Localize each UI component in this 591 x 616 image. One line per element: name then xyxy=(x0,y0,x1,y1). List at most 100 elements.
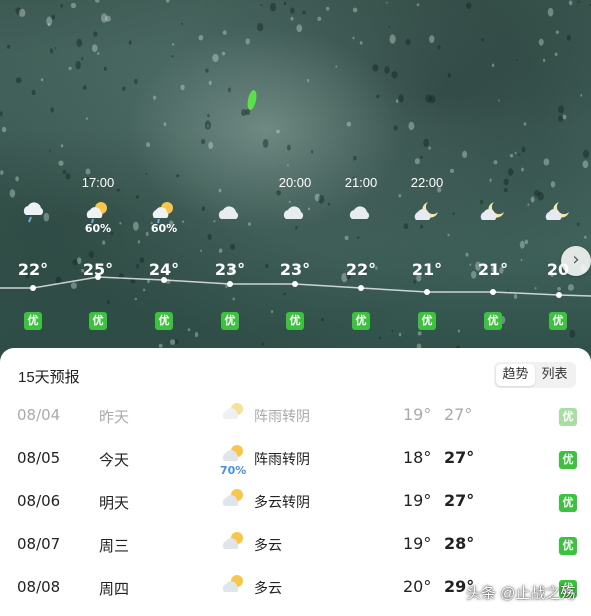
raindrop xyxy=(408,121,415,131)
raindrop xyxy=(547,7,554,17)
raindrop xyxy=(353,155,357,161)
raindrop xyxy=(70,2,77,9)
raindrop xyxy=(287,144,291,151)
raindrop xyxy=(521,146,526,153)
raindrop xyxy=(429,35,435,43)
cloud-icon xyxy=(283,206,304,219)
hour-slot[interactable]: 22:00 21° 优 xyxy=(394,170,460,340)
raindrop xyxy=(181,22,184,25)
raindrop xyxy=(543,158,550,166)
raindrop xyxy=(75,60,81,70)
raindrop xyxy=(51,14,56,20)
aqi-badge: 优 xyxy=(24,312,42,330)
hour-slot[interactable]: 21° 优 xyxy=(460,170,526,340)
raindrop xyxy=(31,89,36,95)
raindrop xyxy=(582,149,590,158)
raindrop xyxy=(509,154,514,158)
raindrop xyxy=(276,129,280,134)
raindrop xyxy=(437,45,441,50)
row-condition: 多云 xyxy=(254,538,282,554)
row-condition: 多云 xyxy=(254,581,282,597)
forecast-row[interactable]: 08/07 周三 多云 19° 28° 优 xyxy=(0,525,591,565)
aqi-badge: 优 xyxy=(221,312,239,330)
toggle-list[interactable]: 列表 xyxy=(535,364,574,386)
raindrop xyxy=(538,38,544,46)
hour-time: 20:00 xyxy=(278,175,312,190)
raindrop xyxy=(212,53,219,63)
raindrop xyxy=(46,16,53,26)
raindrop xyxy=(208,80,212,86)
forecast-row[interactable]: 08/05 今天 70% 阵雨转阴 18° 27° 优 xyxy=(0,439,591,479)
raindrop xyxy=(302,10,306,15)
raindrop xyxy=(317,16,322,21)
raindrop xyxy=(420,155,423,159)
hourly-forecast[interactable]: 22° 优 17:00 60% 25° 优 60% 24° 优 23° 优 20… xyxy=(0,170,591,340)
aqi-badge: 优 xyxy=(484,312,502,330)
sun-cloud-rain-icon xyxy=(86,202,107,224)
raindrop xyxy=(91,44,98,52)
chevron-right-icon[interactable]: › xyxy=(561,246,591,276)
raindrop xyxy=(128,40,132,45)
raindrop xyxy=(518,153,521,156)
hour-slot[interactable]: 23° 优 xyxy=(197,170,263,340)
hour-slot[interactable]: 60% 24° 优 xyxy=(131,170,197,340)
raindrop xyxy=(577,0,580,4)
raindrop xyxy=(384,66,390,74)
raindrop xyxy=(180,84,185,91)
raindrop xyxy=(558,115,563,122)
hour-temp: 23° xyxy=(279,260,311,279)
forecast-row[interactable]: 08/04 昨天 阵雨转阴 19° 27° 优 xyxy=(0,396,591,436)
raindrop xyxy=(7,44,11,49)
raindrop xyxy=(515,59,518,62)
raindrop xyxy=(405,38,411,46)
raindrop xyxy=(562,114,567,120)
raindrop xyxy=(134,78,138,85)
hour-temp: 21° xyxy=(477,260,509,279)
hour-temp: 22° xyxy=(345,260,377,279)
cloud-icon xyxy=(218,206,239,219)
raindrop xyxy=(493,160,498,165)
raindrop xyxy=(447,72,451,78)
raindrop xyxy=(376,94,380,99)
raindrop xyxy=(82,85,87,90)
hour-time: 21:00 xyxy=(344,175,378,190)
raindrop xyxy=(523,122,527,126)
row-condition: 阵雨转阴 xyxy=(254,409,310,425)
raindrop xyxy=(0,111,3,116)
row-high: 28° xyxy=(444,534,475,553)
forecast-panel: 15天预报 趋势 列表 08/04 昨天 阵雨转阴 19° 27° 优 08/0… xyxy=(0,348,591,616)
hour-slot[interactable]: 20:00 23° 优 xyxy=(262,170,328,340)
raindrop xyxy=(395,99,399,103)
aqi-badge: 优 xyxy=(559,494,577,512)
raindrop xyxy=(105,15,111,22)
raindrop xyxy=(582,160,589,169)
raindrop xyxy=(146,142,151,148)
hour-slot[interactable]: 21:00 22° 优 xyxy=(328,170,394,340)
hour-slot[interactable]: 22° 优 xyxy=(0,170,66,340)
hour-time: 17:00 xyxy=(81,175,115,190)
sun-cloud-icon xyxy=(222,575,243,592)
raindrop xyxy=(50,107,54,113)
raindrop xyxy=(205,68,209,73)
hour-temp: 23° xyxy=(214,260,246,279)
raindrop xyxy=(58,160,64,166)
view-toggle[interactable]: 趋势 列表 xyxy=(494,362,576,388)
row-date: 08/06 xyxy=(17,492,61,510)
row-high: 27° xyxy=(444,491,475,510)
hour-temp: 24° xyxy=(148,260,180,279)
moon-cloud-icon xyxy=(545,202,569,220)
raindrop xyxy=(49,149,51,152)
raindrop xyxy=(68,66,72,70)
raindrop xyxy=(262,139,269,148)
raindrop xyxy=(290,16,294,21)
raindrop xyxy=(204,120,211,130)
raindrop xyxy=(554,52,558,56)
hour-time: 22:00 xyxy=(410,175,444,190)
forecast-row[interactable]: 08/06 明天 多云转阴 19° 27° 优 xyxy=(0,482,591,522)
hour-slot[interactable]: 17:00 60% 25° 优 xyxy=(65,170,131,340)
watermark: 头条 @止战之殇 xyxy=(466,585,576,602)
hour-temp: 21° xyxy=(411,260,443,279)
sun-cloud-icon xyxy=(222,489,243,506)
toggle-trend[interactable]: 趋势 xyxy=(496,364,535,386)
raindrop xyxy=(171,54,174,58)
